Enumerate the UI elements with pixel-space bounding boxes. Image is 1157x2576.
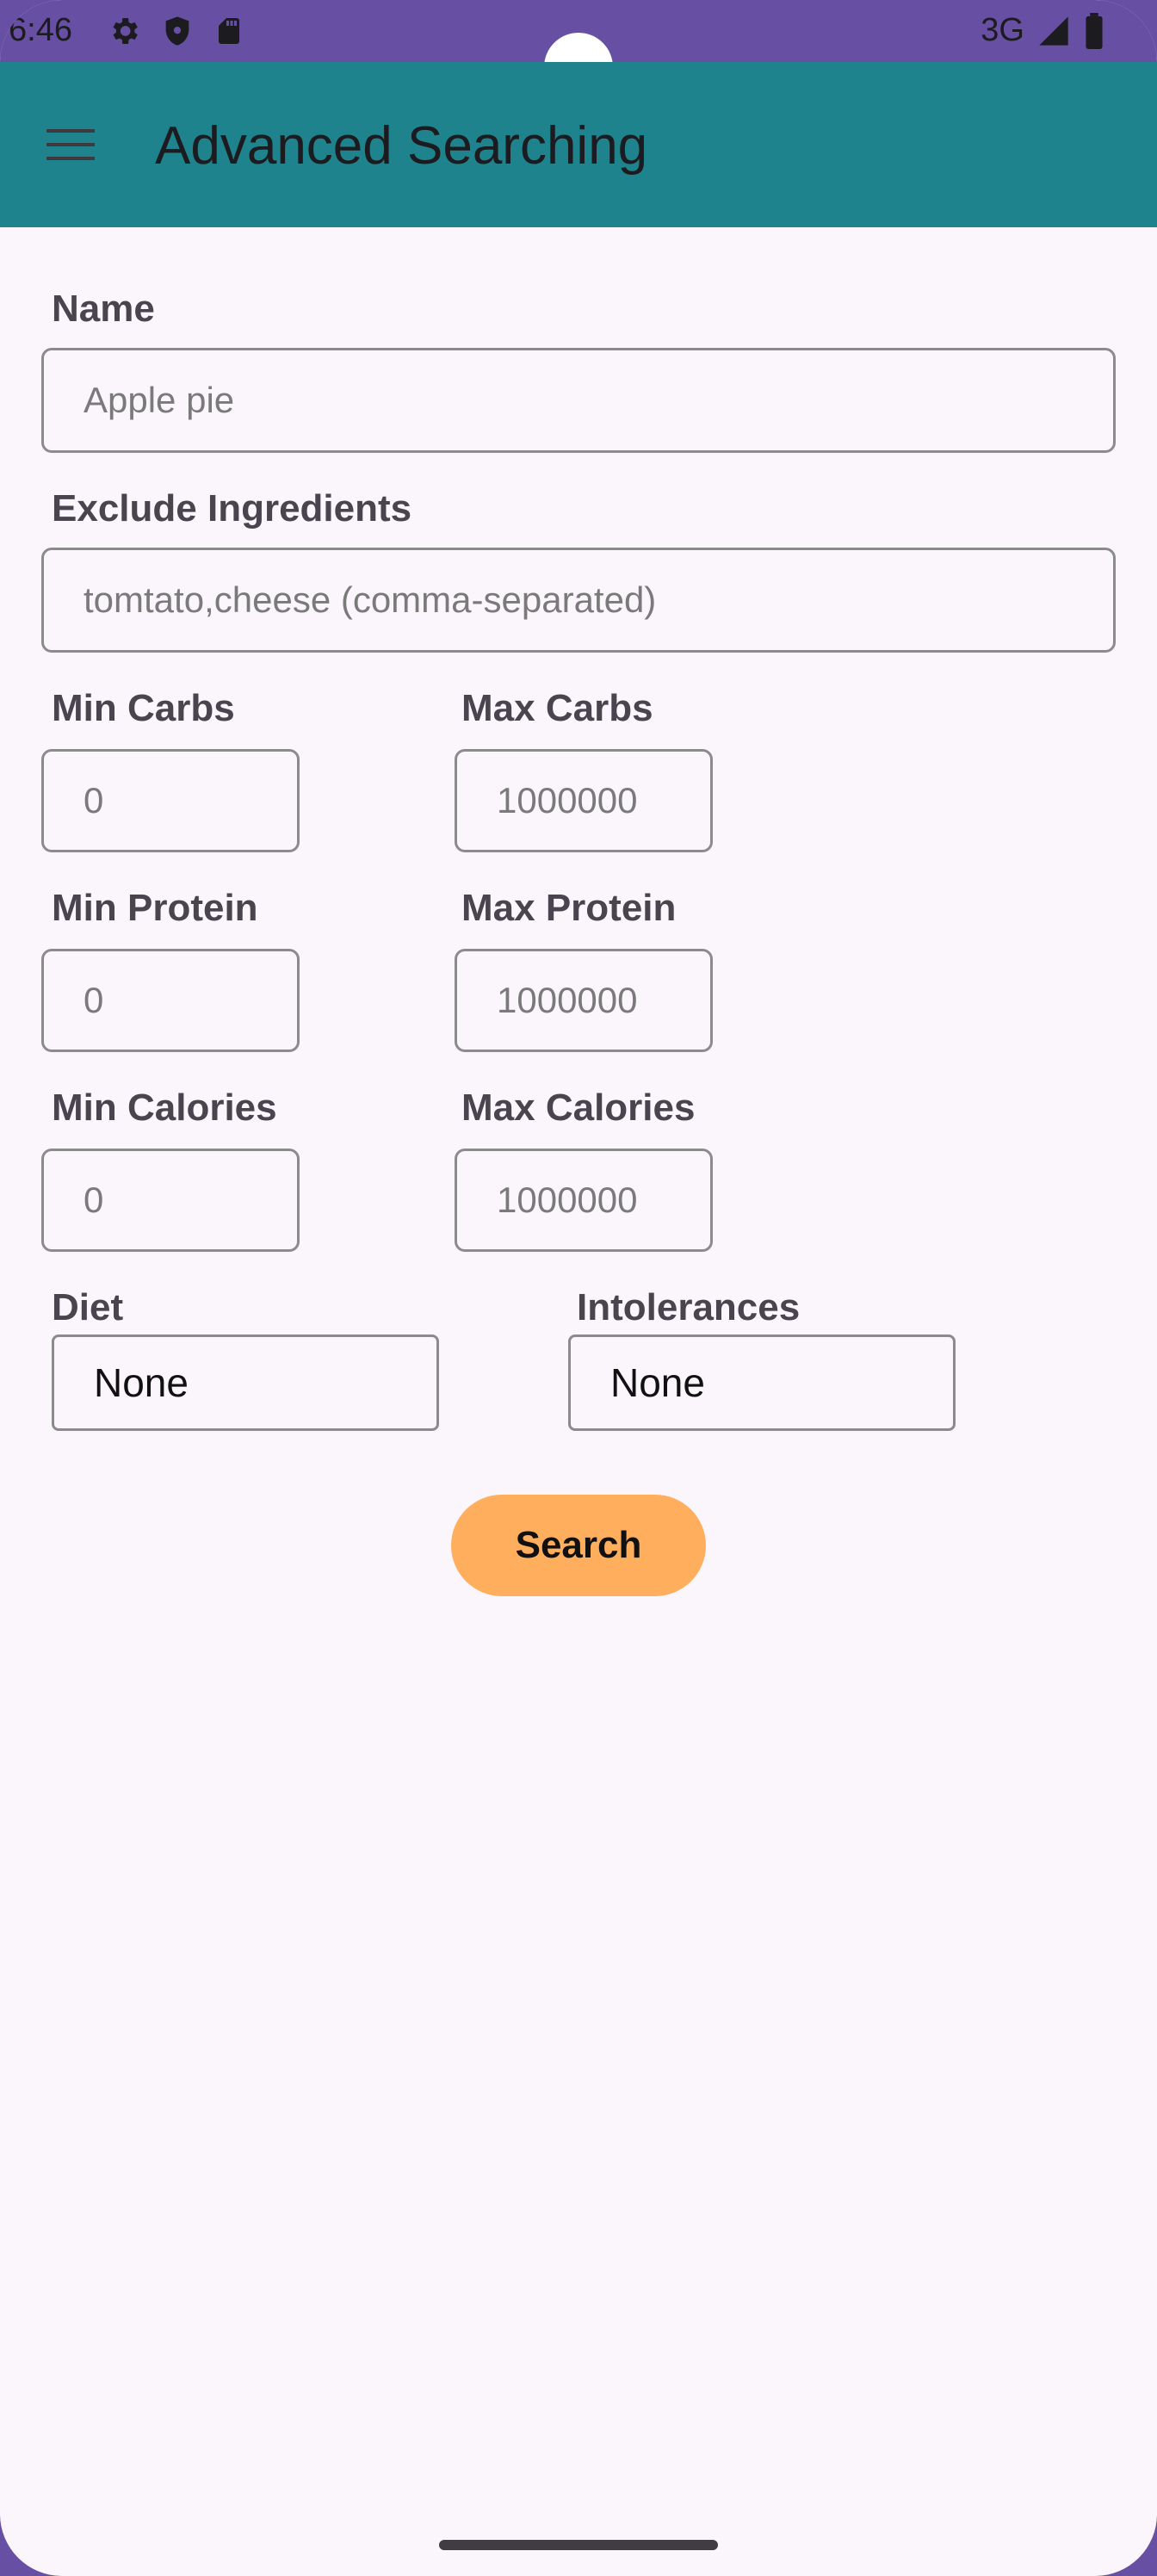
max-protein-input[interactable] <box>455 949 713 1052</box>
sd-card-icon <box>219 18 239 44</box>
min-protein-input[interactable] <box>41 949 300 1052</box>
status-icons-left <box>107 14 244 48</box>
min-calories-input[interactable] <box>41 1149 300 1252</box>
name-input[interactable] <box>41 348 1116 453</box>
intolerances-select[interactable]: None <box>568 1334 956 1431</box>
max-carbs-label: Max Carbs <box>461 687 653 729</box>
screen: 6:46 3G Advanced Searching Name Apple pi… <box>0 0 1157 2576</box>
exclude-ingredients-input[interactable] <box>41 548 1116 653</box>
shield-icon <box>165 16 189 46</box>
diet-select-value: None <box>94 1360 189 1405</box>
diet-select[interactable]: None <box>52 1334 439 1431</box>
app-bar: Advanced Searching <box>0 62 1157 227</box>
min-carbs-input[interactable] <box>41 749 300 852</box>
page-title: Advanced Searching <box>155 116 648 176</box>
max-carbs-input[interactable] <box>455 749 713 852</box>
min-carbs-label: Min Carbs <box>52 687 235 729</box>
max-calories-label: Max Calories <box>461 1087 696 1129</box>
name-label: Name <box>52 288 155 330</box>
min-protein-label: Min Protein <box>52 887 258 929</box>
min-calories-label: Min Calories <box>52 1087 277 1129</box>
hamburger-menu-icon[interactable] <box>45 117 100 172</box>
status-icons-right: 3G <box>981 12 1105 49</box>
max-calories-input[interactable] <box>455 1149 713 1252</box>
intolerances-label: Intolerances <box>577 1286 801 1328</box>
exclude-ingredients-label: Exclude Ingredients <box>52 487 412 529</box>
diet-label: Diet <box>52 1286 124 1328</box>
status-time: 6:46 <box>9 12 72 48</box>
search-button[interactable]: Search <box>451 1495 706 1596</box>
battery-icon <box>1086 12 1103 49</box>
max-protein-label: Max Protein <box>461 887 677 929</box>
network-type-label: 3G <box>981 12 1024 48</box>
signal-icon <box>1039 15 1068 46</box>
settings-icon <box>113 18 138 44</box>
home-indicator[interactable] <box>439 2540 718 2550</box>
intolerances-select-value: None <box>610 1360 705 1405</box>
